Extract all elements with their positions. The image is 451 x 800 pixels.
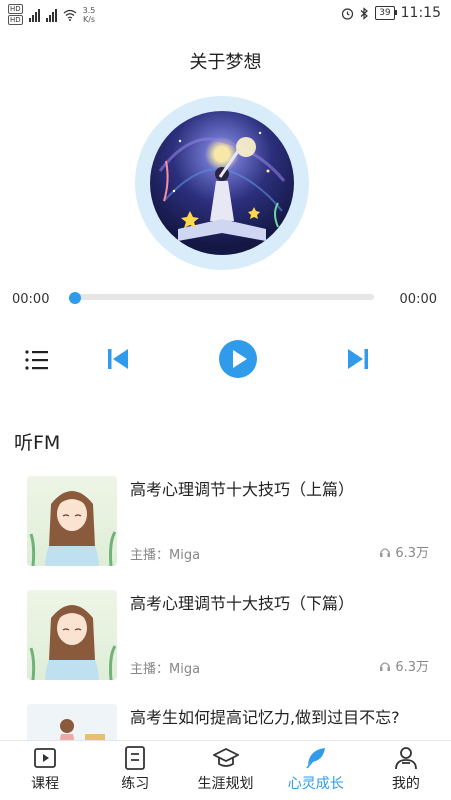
progress-track[interactable] [72, 294, 374, 300]
signal-icon-2 [45, 8, 57, 22]
tab-label: 我的 [391, 776, 420, 792]
fm-section-title: 听FM [14, 432, 61, 454]
tab-course[interactable]: 课程 [0, 741, 90, 800]
previous-button[interactable] [105, 346, 131, 372]
alarm-icon [342, 7, 354, 20]
signal-icon [28, 8, 40, 22]
skip-next-icon [348, 349, 368, 369]
list-doc-icon [125, 746, 146, 770]
fm-list-item[interactable]: 高考心理调节十大技巧（下篇） 主播：Miga 6.3万 [0, 588, 451, 682]
list-icon [25, 350, 48, 370]
tab-label: 心灵成长 [287, 776, 344, 792]
clock: 11:15 [400, 5, 441, 21]
battery-indicator: 39 [375, 6, 398, 20]
total-time: 00:00 [399, 292, 437, 307]
next-button[interactable] [345, 346, 371, 372]
tab-label: 生涯规划 [197, 776, 254, 792]
tab-label: 练习 [121, 776, 150, 792]
feather-icon [306, 748, 325, 769]
fm-thumbnail [27, 590, 117, 680]
wifi-icon [63, 9, 77, 21]
net-speed: 3.5 K/s [82, 5, 96, 24]
fm-item-host: 主播：Miga [130, 662, 201, 677]
tab-mind-growth[interactable]: 心灵成长 [271, 741, 361, 800]
graduation-cap-icon [212, 747, 239, 767]
status-bar: HD HD 3.5 K/s 39 11:15 [0, 0, 451, 28]
track-title: 关于梦想 [189, 52, 262, 73]
play-icon [219, 340, 257, 378]
play-count: 6.3万 [395, 546, 429, 561]
fm-item-title: 高考心理调节十大技巧（上篇） [130, 480, 355, 499]
tab-practice[interactable]: 练习 [90, 741, 180, 800]
fm-item-host: 主播：Miga [130, 548, 201, 563]
headphones-icon [380, 547, 391, 557]
fm-item-title: 高考心理调节十大技巧（下篇） [130, 594, 355, 613]
play-button[interactable] [218, 339, 258, 379]
progress-thumb[interactable] [69, 292, 81, 304]
headphones-icon [380, 661, 391, 671]
fm-thumbnail [27, 476, 117, 566]
fm-item-title: 高考生如何提高记忆力,做到过目不忘? [130, 708, 400, 727]
bluetooth-icon [360, 6, 369, 20]
hd-badge-top: HD [8, 4, 23, 14]
fm-list-item[interactable]: 高考心理调节十大技巧（上篇） 主播：Miga 6.3万 [0, 474, 451, 568]
fm-item-plays: 6.3万 [379, 656, 429, 675]
tab-career-planning[interactable]: 生涯规划 [180, 741, 270, 800]
tab-profile[interactable]: 我的 [361, 741, 451, 800]
skip-previous-icon [108, 349, 128, 369]
user-icon [395, 747, 417, 770]
play-count: 6.3万 [395, 660, 429, 675]
album-cover [150, 111, 294, 255]
fm-item-plays: 6.3万 [379, 542, 429, 561]
tab-label: 课程 [31, 776, 60, 792]
current-time: 00:00 [12, 292, 50, 307]
playlist-button[interactable] [24, 347, 50, 373]
play-square-icon [34, 748, 56, 768]
hd-badge-bottom: HD [8, 15, 23, 25]
bottom-tab-bar: 课程 练习 生涯规划 心灵成长 我的 [0, 740, 451, 800]
